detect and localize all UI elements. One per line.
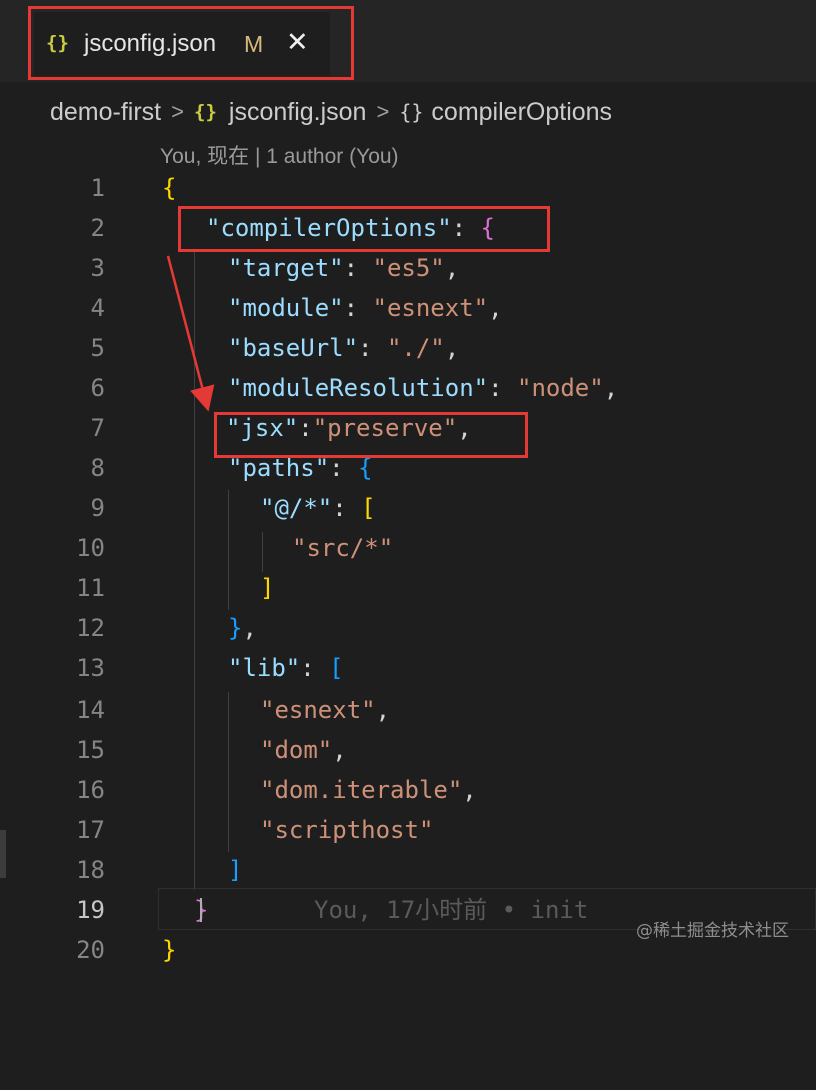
annotation-arrow	[166, 255, 215, 412]
watermark: @稀土掘金技术社区	[636, 921, 789, 941]
